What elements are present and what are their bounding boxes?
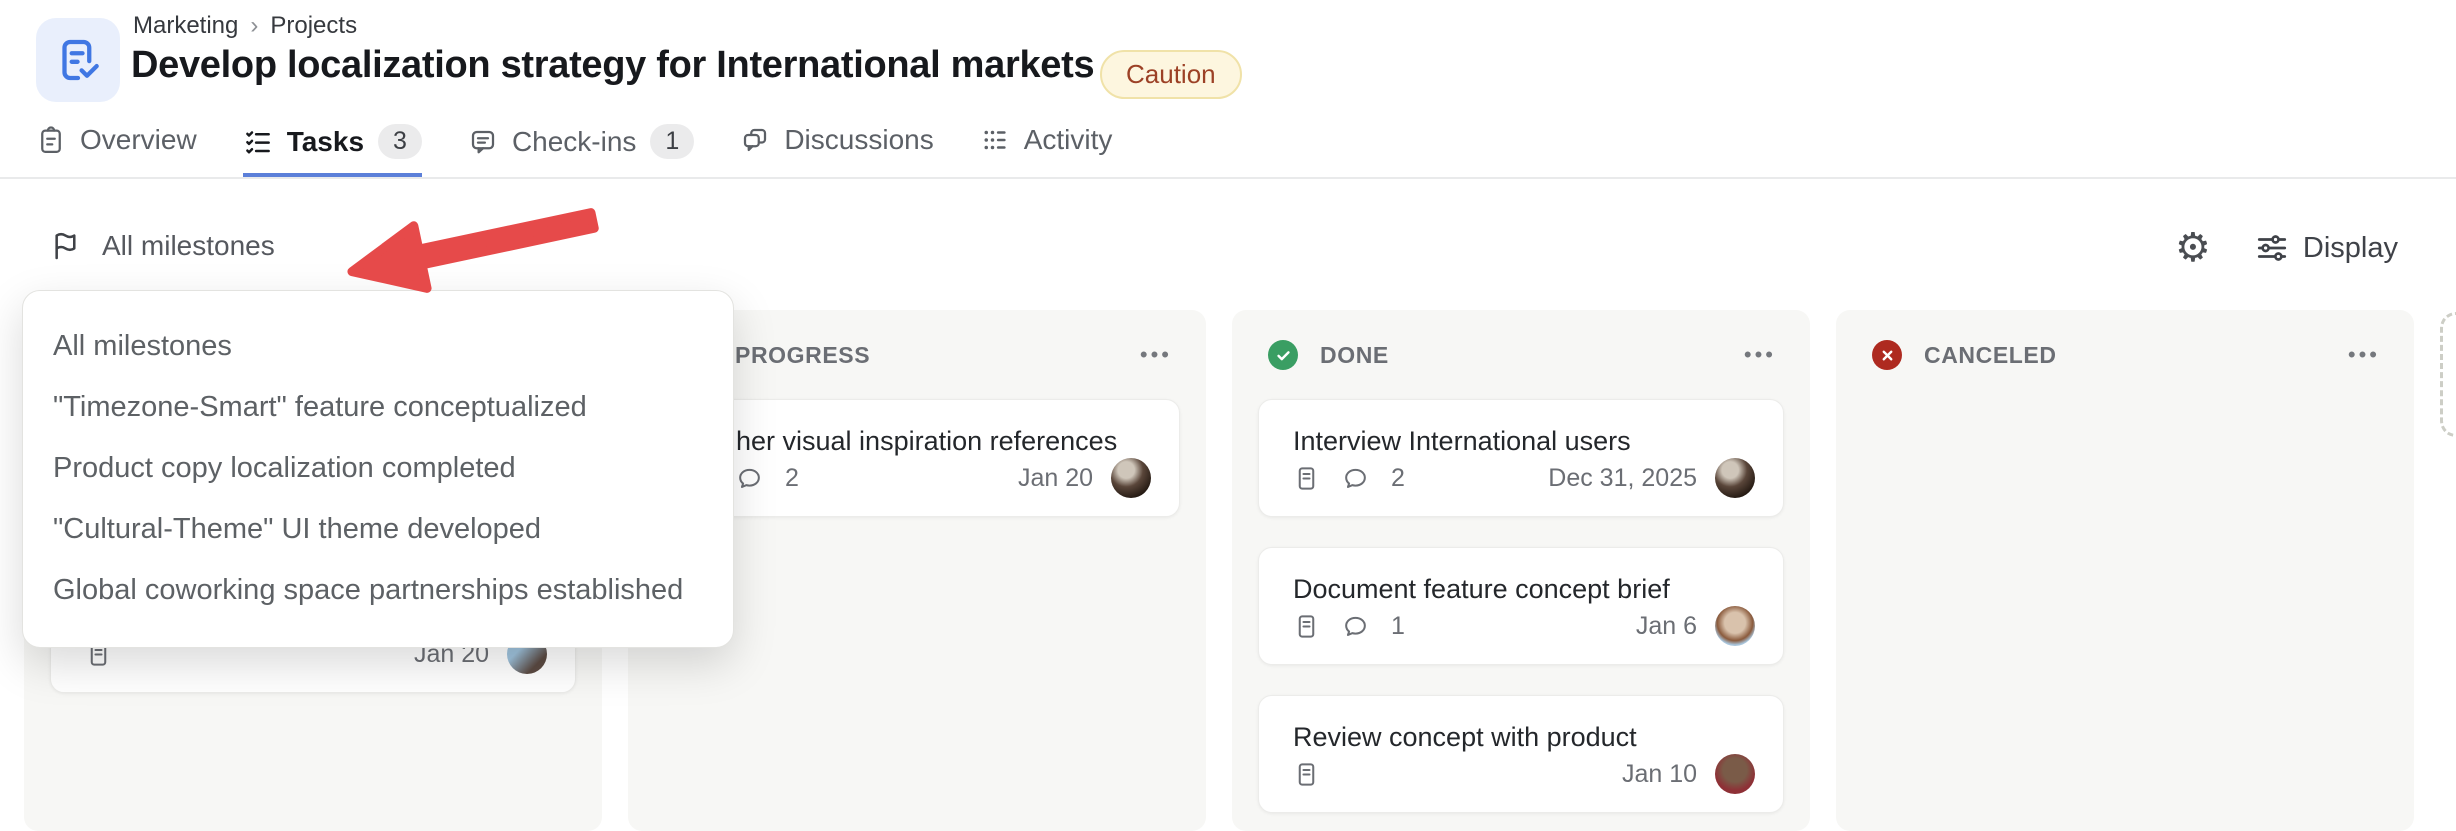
dropdown-item-cultural-theme[interactable]: "Cultural-Theme" UI theme developed: [23, 499, 733, 560]
breadcrumb-marketing[interactable]: Marketing: [133, 12, 238, 40]
clipboard-icon: [36, 125, 66, 155]
display-button[interactable]: Display: [2255, 231, 2398, 265]
due-date: Jan 6: [1635, 611, 1697, 640]
tab-activity[interactable]: Activity: [980, 124, 1113, 170]
task-card[interactable]: Document feature concept brief 1 Jan 6: [1258, 547, 1784, 665]
flag-icon: [50, 230, 82, 262]
dropdown-item-product-copy[interactable]: Product copy localization completed: [23, 438, 733, 499]
column-done: DONE ••• Interview International users 2: [1232, 310, 1810, 831]
tab-tasks[interactable]: Tasks 3: [242, 124, 422, 178]
assignee-avatar: [1111, 458, 1151, 498]
display-button-label: Display: [2302, 231, 2398, 264]
tab-discussions[interactable]: Discussions: [740, 124, 934, 170]
annotation-arrow: [347, 208, 599, 293]
tab-overview[interactable]: Overview: [36, 124, 197, 170]
gear-icon[interactable]: ⚙: [2175, 226, 2211, 270]
due-date: Jan 10: [1621, 759, 1697, 788]
task-title: her visual inspiration references: [736, 426, 1118, 456]
comment-bubble-icon: [468, 127, 498, 157]
discussion-icon: [740, 125, 770, 155]
task-card[interactable]: Review concept with product Jan 10: [1258, 695, 1784, 813]
column-canceled: CANCELED •••: [1836, 310, 2414, 831]
column-menu-button[interactable]: •••: [1744, 344, 1776, 366]
breadcrumb: Marketing › Projects: [133, 12, 357, 40]
breadcrumb-projects[interactable]: Projects: [270, 12, 357, 40]
assignee-avatar: [1715, 754, 1755, 794]
checklist-icon: [243, 127, 273, 157]
column-menu-button[interactable]: •••: [1140, 344, 1172, 366]
dropdown-item-all-milestones[interactable]: All milestones: [23, 316, 733, 377]
tab-checkins[interactable]: Check-ins 1: [468, 124, 695, 173]
dropdown-item-timezone-smart[interactable]: "Timezone-Smart" feature conceptualized: [23, 377, 733, 438]
tab-checkins-label: Check-ins: [511, 125, 637, 157]
tab-discussions-label: Discussions: [784, 124, 934, 155]
comments-icon: [1342, 465, 1369, 492]
project-logo: [36, 18, 120, 102]
column-canceled-header: CANCELED •••: [1836, 310, 2414, 372]
column-title: PROGRESS: [735, 341, 871, 368]
task-title: Interview International users: [1293, 426, 1631, 456]
tab-activity-label: Activity: [1023, 124, 1113, 155]
due-date: Dec 31, 2025: [1548, 463, 1697, 492]
column-done-header: DONE •••: [1232, 310, 1810, 372]
dropdown-item-global-coworking[interactable]: Global coworking space partnerships esta…: [23, 560, 733, 621]
milestone-filter-label: All milestones: [102, 230, 275, 261]
document-check-icon: [62, 39, 99, 81]
canceled-x-icon: [1872, 340, 1902, 370]
milestone-filter-trigger[interactable]: All milestones: [50, 230, 275, 262]
activity-grid-icon: [980, 125, 1010, 155]
sliders-icon: [2255, 231, 2289, 265]
page-title: Develop localization strategy for Intern…: [131, 44, 1095, 86]
task-title: Review concept with product: [1293, 722, 1637, 752]
comments-count: 2: [1391, 463, 1405, 492]
task-title: Document feature concept brief: [1293, 574, 1670, 604]
view-controls: ⚙ Display: [2175, 226, 2398, 270]
column-menu-button[interactable]: •••: [2348, 344, 2380, 366]
description-icon: [1293, 465, 1320, 492]
done-check-icon: [1268, 340, 1298, 370]
assignee-avatar: [1715, 458, 1755, 498]
tasks-count-badge: 3: [378, 124, 422, 159]
breadcrumb-separator: ›: [250, 12, 259, 39]
comments-icon: [1342, 613, 1369, 640]
comments-count: 2: [785, 463, 799, 492]
comments-count: 1: [1391, 611, 1405, 640]
column-title: DONE: [1320, 341, 1389, 368]
tab-overview-label: Overview: [80, 124, 197, 155]
tab-tasks-label: Tasks: [286, 125, 365, 157]
description-icon: [1293, 761, 1320, 788]
tabs-divider: [0, 177, 2456, 179]
milestone-dropdown-menu: All milestones "Timezone-Smart" feature …: [22, 290, 734, 648]
comments-icon: [736, 465, 763, 492]
description-icon: [1293, 613, 1320, 640]
project-tasks-page: Marketing › Projects Develop localizatio…: [0, 0, 2456, 831]
add-column-placeholder[interactable]: [2440, 312, 2456, 437]
status-badge-caution[interactable]: Caution: [1100, 50, 1242, 99]
column-title: CANCELED: [1924, 341, 2057, 368]
checkins-count-badge: 1: [650, 124, 695, 159]
task-card[interactable]: Interview International users 2 Dec 31, …: [1258, 399, 1784, 517]
tab-bar: Overview Tasks 3 Check-ins 1 Discussions: [36, 124, 1112, 178]
assignee-avatar: [1715, 606, 1755, 646]
due-date: Jan 20: [1017, 463, 1093, 492]
